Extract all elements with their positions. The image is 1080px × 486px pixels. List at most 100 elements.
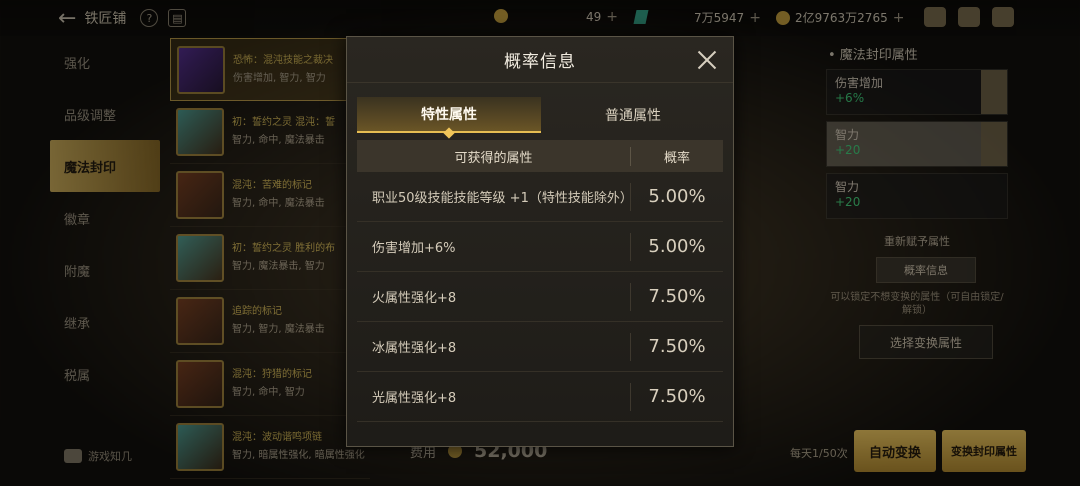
attribute-cell: 冰属性强化+8	[357, 332, 631, 361]
help-icon[interactable]: ?	[140, 9, 159, 27]
table-row: 冰属性强化+8 7.50%	[357, 322, 723, 372]
attr-card[interactable]: 伤害增加 +6%	[826, 69, 1008, 115]
game-tips[interactable]: 游戏知几	[64, 448, 132, 464]
chat-icon[interactable]	[992, 7, 1014, 27]
column-header-probability: 概率	[663, 150, 690, 166]
currency-symbol	[494, 9, 508, 23]
attr-card[interactable]: 智力 +20	[826, 173, 1008, 219]
item-list: 恐怖：混沌技能之裁决 伤害增加, 智力, 智力 初：誓约之灵 混沌：誓 智力, 命中…	[170, 38, 370, 486]
attr-name: 智力	[835, 180, 860, 194]
probability-cell: 7.50%	[648, 286, 706, 307]
nav-item-inherit[interactable]: 继承	[50, 296, 160, 348]
item-desc: 伤害增加, 智力, 智力	[233, 72, 326, 84]
tab-label: 普通属性	[605, 108, 661, 124]
attribute-cell: 火属性强化+8	[357, 282, 631, 311]
daily-limit: 每天1/50次	[790, 447, 848, 460]
dialog-header: 概率信息	[347, 37, 733, 83]
item-name: 追踪的标记	[232, 306, 282, 317]
currency-points[interactable]: 7万5947 +	[694, 9, 761, 26]
list-item[interactable]: 恐怖：混沌技能之裁决 伤害增加, 智力, 智力	[170, 38, 370, 101]
attr-value: +20	[835, 143, 861, 157]
seal-attribute-panel: • 魔法封印属性 伤害增加 +6% 智力 +20 智力 +20 重新赋予属性 概…	[826, 44, 1026, 484]
nav-item-magic-seal[interactable]: 魔法封印	[50, 140, 160, 192]
attr-value: +6%	[835, 91, 865, 105]
item-name: 混沌：苦难的标记	[232, 180, 312, 191]
attribute-cell: 光属性强化+8	[357, 382, 631, 411]
unlock-icon[interactable]	[981, 122, 1007, 166]
game-tips-label: 游戏知几	[88, 450, 132, 463]
list-item[interactable]: 追踪的标记智力, 智力, 魔法暴击	[170, 290, 370, 353]
probability-cell: 5.00%	[648, 186, 706, 207]
plus-icon[interactable]: +	[749, 10, 761, 26]
lock-icon[interactable]	[981, 70, 1007, 114]
probability-cell: 7.50%	[648, 386, 706, 407]
item-desc: 智力, 命中, 魔法暴击	[232, 135, 325, 146]
attribute-cell: 伤害增加+6%	[357, 232, 631, 261]
nav-item-tax[interactable]: 税属	[50, 348, 160, 400]
item-desc: 智力, 命中, 智力	[232, 387, 305, 398]
list-item[interactable]: 初：誓约之灵 胜利的布 智力, 魔法暴击, 智力	[170, 227, 370, 290]
back-arrow-icon[interactable]: ←	[58, 6, 76, 31]
tab-special-attributes[interactable]: 特性属性	[357, 97, 541, 139]
table-row: 伤害增加+6% 5.00%	[357, 222, 723, 272]
nav-item-emblem[interactable]: 徽章	[50, 192, 160, 244]
select-attribute-button[interactable]: 选择变换属性	[859, 325, 993, 359]
close-icon[interactable]	[695, 48, 719, 72]
probability-cell: 5.00%	[648, 236, 706, 257]
currency-points-value: 7万5947	[694, 11, 745, 25]
currency-gems-value: 49	[586, 10, 602, 24]
plus-icon[interactable]: +	[606, 9, 618, 25]
tab-label: 特性属性	[421, 107, 477, 123]
change-seal-button[interactable]: 变换封印属性	[942, 430, 1026, 472]
table-row: 火属性强化+8 7.50%	[357, 272, 723, 322]
probability-info-dialog: 概率信息 特性属性 普通属性 可获得的属性 概率 职业50级技能技能等级 +1（…	[346, 36, 734, 447]
tab-normal-attributes[interactable]: 普通属性	[541, 97, 725, 133]
top-bar: ← 铁匠铺 ? ▤ 49 + 7万5947 + 2亿9763万2765 +	[0, 0, 1080, 36]
attr-card[interactable]: 智力 +20	[826, 121, 1008, 167]
tips-icon	[64, 449, 82, 463]
item-desc: 智力, 智力, 魔法暴击	[232, 324, 325, 335]
coin-icon	[494, 9, 508, 23]
column-header-attribute: 可获得的属性	[357, 146, 631, 166]
auto-change-button[interactable]: 自动变换	[854, 430, 936, 472]
item-name: 混沌：狩猎的标记	[232, 369, 312, 380]
list-item[interactable]: 混沌：狩猎的标记 智力, 命中, 智力	[170, 353, 370, 416]
list-item[interactable]: 混沌：波动谐鸣项链 智力, 暗属性强化, 暗属性强化	[170, 416, 370, 479]
nav-item-enhance[interactable]: 强化	[50, 36, 160, 88]
attr-name: 伤害增加	[835, 76, 884, 90]
item-desc: 智力, 魔法暴击, 智力	[232, 261, 325, 272]
attr-name: 智力	[835, 128, 860, 142]
gold-coin-icon	[776, 10, 790, 25]
panel-title: • 魔法封印属性	[828, 48, 918, 63]
probability-cell: 7.50%	[648, 336, 706, 357]
item-name: 混沌：波动谐鸣项链	[232, 432, 322, 443]
reassign-label: 重新赋予属性	[884, 235, 950, 248]
item-thumbnail	[176, 360, 224, 408]
item-desc: 智力, 命中, 魔法暴击	[232, 198, 325, 209]
item-thumbnail	[176, 423, 224, 471]
gem-icon	[633, 10, 649, 24]
nav-item-grade[interactable]: 品级调整	[50, 88, 160, 140]
currency-gold[interactable]: 2亿9763万2765 +	[776, 9, 904, 26]
attribute-cell: 职业50级技能技能等级 +1（特性技能除外）	[357, 182, 633, 211]
item-name: 恐怖：混沌技能之裁决	[233, 54, 333, 66]
tab-bar: 特性属性 普通属性	[357, 97, 725, 139]
table-header: 可获得的属性 概率	[357, 140, 723, 172]
item-name: 初：誓约之灵 混沌：誓	[232, 117, 336, 128]
item-name: 初：誓约之灵 胜利的布	[232, 243, 336, 254]
item-thumbnail	[176, 171, 224, 219]
item-thumbnail	[176, 234, 224, 282]
page-title: 铁匠铺	[84, 11, 127, 27]
probability-table[interactable]: 职业50级技能技能等级 +1（特性技能除外） 5.00% 伤害增加+6% 5.0…	[357, 172, 723, 437]
list-item[interactable]: 初：誓约之灵 混沌：誓 智力, 命中, 魔法暴击	[170, 101, 370, 164]
item-thumbnail	[176, 108, 224, 156]
bag-icon[interactable]	[924, 7, 946, 27]
list-item[interactable]: 混沌：苦难的标记智力, 命中, 魔法暴击	[170, 164, 370, 227]
book-icon[interactable]: ▤	[168, 9, 187, 27]
currency-gems[interactable]: 49 +	[586, 9, 649, 25]
lock-note: 可以锁定不想变换的属性（可自由锁定/解锁）	[830, 292, 1004, 316]
plus-icon[interactable]: +	[893, 10, 905, 26]
nav-item-enchant[interactable]: 附魔	[50, 244, 160, 296]
mail-icon[interactable]	[958, 7, 980, 27]
probability-info-button[interactable]: 概率信息	[876, 257, 976, 283]
